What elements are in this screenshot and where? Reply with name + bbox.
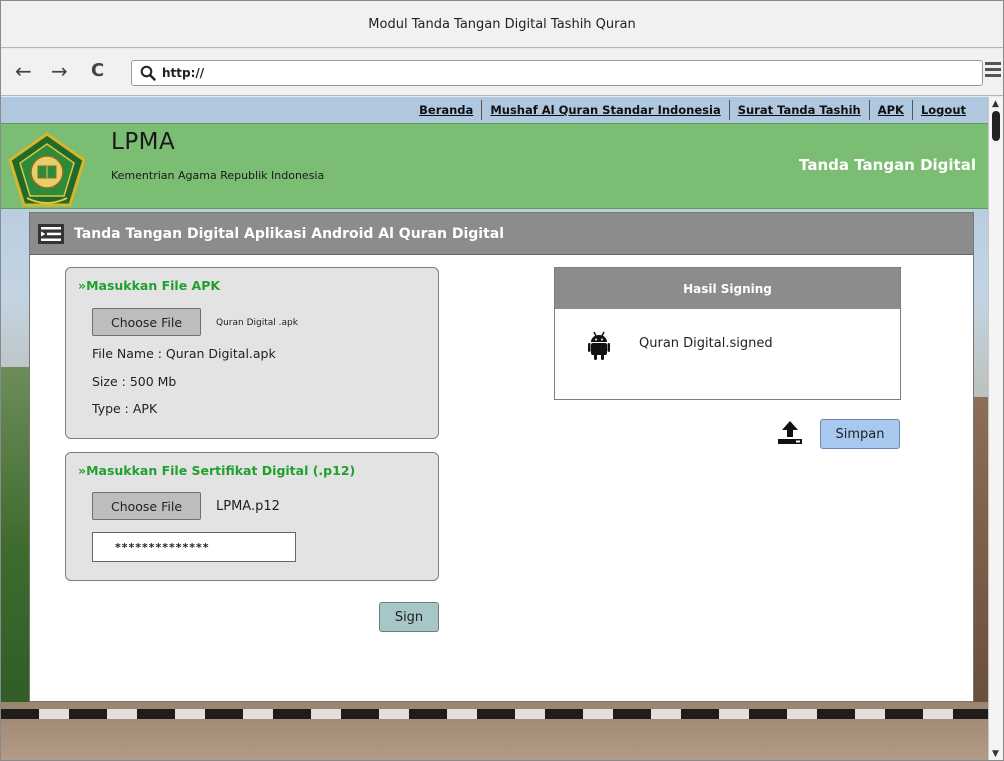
page-viewport: Beranda Mushaf Al Quran Standar Indonesi… xyxy=(1,97,988,760)
browser-toolbar: ← → C http:// xyxy=(1,49,1003,96)
url-bar[interactable]: http:// xyxy=(131,60,983,86)
certificate-upload-box: »Masukkan File Sertifikat Digital (.p12)… xyxy=(65,452,439,581)
choose-certificate-button[interactable]: Choose File xyxy=(92,492,201,520)
vertical-scrollbar[interactable]: ▲ ▼ xyxy=(988,97,1003,760)
apk-file-size: Size : 500 Mb xyxy=(92,374,177,389)
brand-subtitle: Kementrian Agama Republik Indonesia xyxy=(111,169,325,182)
result-title: Hasil Signing xyxy=(555,268,900,309)
header-page-title: Tanda Tangan Digital xyxy=(799,156,976,174)
scroll-up-arrow-icon[interactable]: ▲ xyxy=(992,99,999,109)
signing-result-box: Hasil Signing Quran Digital.signed xyxy=(554,267,901,400)
url-text: http:// xyxy=(162,66,205,80)
window-title: Modul Tanda Tangan Digital Tashih Quran xyxy=(1,1,1003,48)
signing-panel: Tanda Tangan Digital Aplikasi Android Al… xyxy=(29,212,974,702)
panel-header: Tanda Tangan Digital Aplikasi Android Al… xyxy=(30,213,973,255)
nav-mushaf[interactable]: Mushaf Al Quran Standar Indonesia xyxy=(482,103,728,117)
simpan-button[interactable]: Simpan xyxy=(820,419,900,449)
nav-apk[interactable]: APK xyxy=(870,103,912,117)
back-button[interactable]: ← xyxy=(15,59,32,83)
browser-window: Modul Tanda Tangan Digital Tashih Quran … xyxy=(0,0,1004,761)
scroll-down-arrow-icon[interactable]: ▼ xyxy=(992,749,999,759)
apk-upload-box: »Masukkan File APK Choose File Quran Dig… xyxy=(65,267,439,439)
site-header: LPMA Kementrian Agama Republik Indonesia… xyxy=(1,123,988,209)
scroll-thumb[interactable] xyxy=(992,111,1000,141)
android-icon xyxy=(588,331,610,360)
certificate-box-title: »Masukkan File Sertifikat Digital (.p12) xyxy=(78,463,356,478)
apk-selected-file: Quran Digital .apk xyxy=(216,318,298,328)
upload-icon[interactable] xyxy=(777,419,803,445)
panel-title: Tanda Tangan Digital Aplikasi Android Al… xyxy=(74,225,505,242)
hamburger-menu-icon[interactable] xyxy=(985,62,1001,80)
apk-file-name: File Name : Quran Digital.apk xyxy=(92,346,276,361)
apk-box-title: »Masukkan File APK xyxy=(78,278,221,293)
search-icon xyxy=(140,65,156,81)
signed-file-name: Quran Digital.signed xyxy=(639,336,773,351)
certificate-selected-file: LPMA.p12 xyxy=(216,499,280,514)
background-building xyxy=(974,397,988,707)
sign-button[interactable]: Sign xyxy=(379,602,439,632)
kemenag-logo xyxy=(8,132,86,207)
brand-title: LPMA xyxy=(111,129,176,155)
top-navigation: Beranda Mushaf Al Quran Standar Indonesi… xyxy=(1,97,988,123)
background-trees xyxy=(1,367,29,727)
background-curb-stripes xyxy=(1,709,988,719)
reload-button[interactable]: C xyxy=(91,59,104,83)
forward-button[interactable]: → xyxy=(51,59,68,83)
certificate-password-input[interactable]: ************** xyxy=(92,532,296,562)
apk-file-type: Type : APK xyxy=(92,401,158,416)
nav-logout[interactable]: Logout xyxy=(913,103,974,117)
nav-beranda[interactable]: Beranda xyxy=(411,103,481,117)
nav-surat-tanda-tashih[interactable]: Surat Tanda Tashih xyxy=(730,103,869,117)
choose-apk-button[interactable]: Choose File xyxy=(92,308,201,336)
list-icon xyxy=(38,223,64,244)
